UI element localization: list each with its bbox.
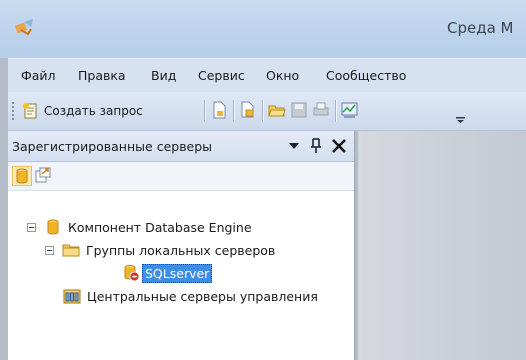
panel-header: Зарегистрированные серверы [8,131,354,162]
menu-bar: Файл Правка Вид Сервис Окно Сообщество [8,58,526,93]
open-folder-icon[interactable] [268,101,286,119]
toolbar-grip[interactable] [12,102,14,120]
node-label: Группы локальных серверов [86,242,276,258]
export-icon [35,167,51,183]
new-query-button[interactable]: Создать запрос [22,100,143,122]
toolbar-separator [335,100,337,122]
toolbar-separator [233,100,235,122]
database-icon [47,219,59,235]
save-icon[interactable] [290,101,308,119]
copy-file-icon[interactable] [239,101,257,119]
document-area [358,131,526,360]
tree-node-central-servers[interactable]: Центральные серверы управления [63,285,318,307]
toolbar-separator [204,100,206,122]
server-tree: Компонент Database Engine Группы локальн… [8,191,354,359]
central-server-icon [63,289,81,304]
menu-view[interactable]: Вид [151,68,176,83]
node-label: Центральные серверы управления [87,288,318,304]
menu-community[interactable]: Сообщество [326,68,406,83]
panel-title: Зарегистрированные серверы [12,139,213,154]
export-button[interactable] [34,166,54,186]
menu-file[interactable]: Файл [21,68,56,83]
title-bar: Среда М [0,0,526,58]
menu-edit[interactable]: Правка [78,68,126,83]
new-query-label: Создать запрос [44,104,143,118]
node-label-selected: SQLserver [142,263,213,283]
server-stopped-icon [124,265,140,282]
menu-window[interactable]: Окно [266,68,299,83]
activity-monitor-icon[interactable] [341,101,359,119]
folder-icon [62,244,80,257]
registered-servers-panel: Зарегистрированные серверы Компонент Dat… [8,131,355,360]
database-engine-icon [16,168,28,184]
database-engine-filter-button[interactable] [12,166,32,186]
pin-icon[interactable] [307,137,325,155]
sql-server-app-icon [15,19,33,36]
menu-tools[interactable]: Сервис [198,68,245,83]
node-label: Компонент Database Engine [68,219,252,235]
new-file-icon[interactable] [210,101,228,119]
print-icon[interactable] [312,101,330,119]
standard-toolbar: Создать запрос [8,92,526,131]
tree-node-sqlserver[interactable]: SQLserver [122,262,213,284]
overflow-icon[interactable] [456,117,465,123]
tree-node-local-groups[interactable]: Группы локальных серверов [45,239,275,261]
collapse-toggle[interactable] [27,222,36,232]
tree-node-database-engine[interactable]: Компонент Database Engine [27,216,252,238]
collapse-toggle[interactable] [45,245,54,255]
close-icon[interactable] [330,137,348,155]
toolbar-separator [262,100,264,122]
panel-toolbar [8,162,354,191]
new-query-icon [23,103,37,119]
dropdown-arrow-icon[interactable] [285,137,303,155]
window-title: Среда М [447,19,514,37]
